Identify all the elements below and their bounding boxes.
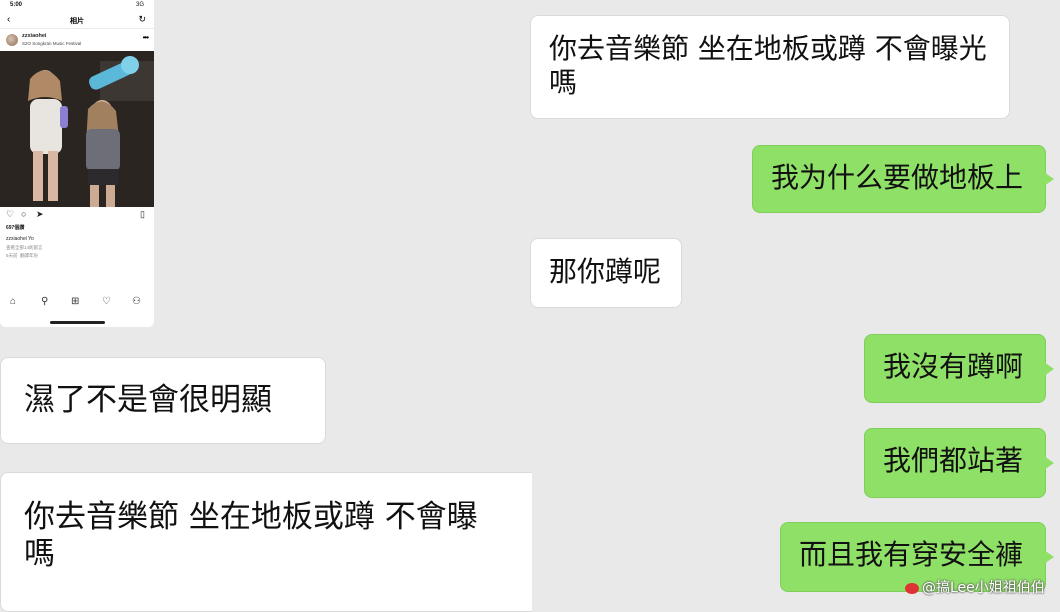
heart-icon[interactable]: ♡ [6,209,14,220]
message-bubble-outgoing: 我們都站著 [864,428,1054,498]
message-bubble-incoming: 那你蹲呢 [530,238,682,308]
profile-icon[interactable]: ⚇ [132,296,141,307]
watermark-text: @搞Lee小姐祖伯伯 [922,580,1045,596]
translate-link[interactable]: 翻譯年份 [20,253,38,258]
message-text: 我沒有蹲啊 [883,350,1024,383]
message-text: 我为什么要做地板上 [771,161,1024,194]
more-options-icon[interactable]: ••• [143,33,149,42]
avatar[interactable] [6,34,18,46]
likes-count[interactable]: 697個讚 [6,224,24,231]
nav-bar: ‹ 相片 ↻ [0,12,154,29]
instagram-post-screenshot: 5:00 3G ‹ 相片 ↻ zzxiaohei S2O Songkran Mu… [0,0,154,327]
message-text: 那你蹲呢 [549,255,662,288]
message-bubble-outgoing: 我沒有蹲啊 [864,334,1054,403]
home-icon[interactable]: ⌂ [10,296,16,307]
post-username[interactable]: zzxiaohei [22,33,46,39]
post-location[interactable]: S2O Songkran Music Festival [22,41,81,46]
refresh-icon[interactable]: ↻ [138,14,146,25]
quote-bubble: 濕了不是會很明顯 [0,357,326,444]
quote-text: 濕了不是會很明顯 [24,382,272,418]
post-actions: ♡ ○ ➤ ▯ [0,208,154,222]
message-text: 你去音樂節 坐在地板或蹲 不會曝光嗎 [549,32,987,99]
message-bubble-outgoing: 我为什么要做地板上 [752,145,1054,213]
post-caption: zzxiaohei Yo [6,236,34,242]
status-bar: 5:00 3G [0,0,154,12]
nav-title: 相片 [70,18,84,25]
message-text: 我們都站著 [883,444,1024,477]
add-post-icon[interactable]: ⊞ [71,296,79,307]
message-text: 而且我有穿安全褲 [799,538,1024,571]
post-time: 5天前 翻譯年份 [6,253,39,258]
comment-icon[interactable]: ○ [21,209,26,219]
weibo-watermark: @搞Lee小姐祖伯伯 [905,577,1045,597]
tab-bar: ⌂ ⚲ ⊞ ♡ ⚇ [0,292,154,316]
activity-icon[interactable]: ♡ [102,296,111,307]
status-signal: 3G [135,2,144,8]
share-icon[interactable]: ➤ [36,209,44,220]
post-photo[interactable] [0,51,154,207]
post-photo-illustration [0,51,154,207]
view-comments-link[interactable]: 查看全部14則留言 [6,245,43,251]
bookmark-icon[interactable]: ▯ [140,209,145,220]
post-header: zzxiaohei S2O Songkran Music Festival ••… [0,29,154,51]
search-icon[interactable]: ⚲ [41,296,48,307]
status-time: 5:00 [10,2,23,8]
quote-bubble: 你去音樂節 坐在地板或蹲 不會曝 嗎 [0,472,532,612]
quote-text: 你去音樂節 坐在地板或蹲 不會曝 嗎 [24,499,478,573]
weibo-icon [905,582,919,594]
home-indicator [50,321,105,324]
message-bubble-incoming: 你去音樂節 坐在地板或蹲 不會曝光嗎 [530,15,1010,119]
